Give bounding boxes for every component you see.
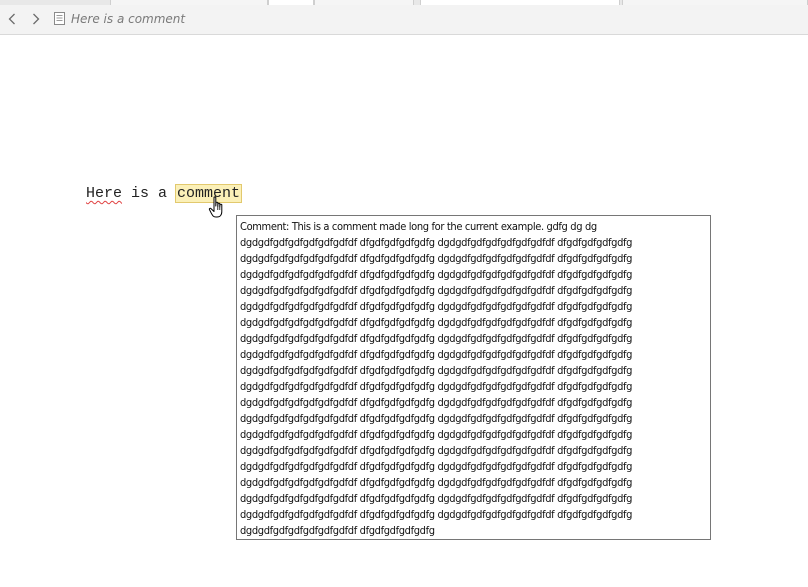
tooltip-line: dgdgdfgdfgdfgdfgdfgdfdf dfgdfgdfgdfgdfg …	[240, 508, 633, 521]
editor-text: is a	[122, 185, 177, 202]
tooltip-line: dgdgdfgdfgdfgdfgdfgdfdf dfgdfgdfgdfgdfg …	[240, 252, 633, 265]
tooltip-line: dgdgdfgdfgdfgdfgdfgdfdf dfgdfgdfgdfgdfg …	[240, 380, 633, 393]
forward-button[interactable]	[29, 11, 43, 27]
chevron-right-icon	[33, 13, 40, 25]
tooltip-line: dgdgdfgdfgdfgdfgdfgdfdf dfgdfgdfgdfgdfg …	[240, 364, 633, 377]
tooltip-line: dgdgdfgdfgdfgdfgdfgdfdf dfgdfgdfgdfgdfg …	[240, 236, 633, 249]
tooltip-line: dgdgdfgdfgdfgdfgdfgdfdf dfgdfgdfgdfgdfg …	[240, 284, 633, 297]
tooltip-line: dgdgdfgdfgdfgdfgdfgdfdf dfgdfgdfgdfgdfg …	[240, 412, 633, 425]
editor-window: Here is a comment Here is a comment Comm…	[0, 0, 808, 587]
tooltip-line: dgdgdfgdfgdfgdfgdfgdfdf dfgdfgdfgdfgdfg …	[240, 444, 633, 457]
tooltip-line: dgdgdfgdfgdfgdfgdfgdfdf dfgdfgdfgdfgdfg …	[240, 348, 633, 361]
tooltip-line: dgdgdfgdfgdfgdfgdfgdfdf dfgdfgdfgdfgdfg …	[240, 428, 633, 441]
comment-tooltip: Comment: This is a comment made long for…	[236, 215, 711, 540]
tooltip-line: Comment: This is a comment made long for…	[240, 220, 597, 233]
navigation-bar: Here is a comment	[0, 5, 808, 35]
tooltip-line: dgdgdfgdfgdfgdfgdfgdfdf dfgdfgdfgdfgdfg …	[240, 476, 633, 489]
tooltip-line: dgdgdfgdfgdfgdfgdfgdfdf dfgdfgdfgdfgdfg …	[240, 460, 633, 473]
breadcrumb[interactable]: Here is a comment	[71, 12, 185, 26]
tooltip-line: dgdgdfgdfgdfgdfgdfgdfdf dfgdfgdfgdfgdfg	[240, 524, 435, 537]
tooltip-line: dgdgdfgdfgdfgdfgdfgdfdf dfgdfgdfgdfgdfg …	[240, 396, 633, 409]
document-icon	[54, 12, 65, 25]
misspelled-word[interactable]: Here	[86, 185, 122, 202]
tooltip-line: dgdgdfgdfgdfgdfgdfgdfdf dfgdfgdfgdfgdfg …	[240, 300, 633, 313]
chevron-left-icon	[8, 13, 15, 25]
tooltip-line: dgdgdfgdfgdfgdfgdfgdfdf dfgdfgdfgdfgdfg …	[240, 316, 633, 329]
hand-pointer-cursor-icon	[208, 196, 223, 218]
tooltip-line: dgdgdfgdfgdfgdfgdfgdfdf dfgdfgdfgdfgdfg …	[240, 332, 633, 345]
tooltip-line: dgdgdfgdfgdfgdfgdfgdfdf dfgdfgdfgdfgdfg …	[240, 268, 633, 281]
back-button[interactable]	[5, 11, 19, 27]
tooltip-line: dgdgdfgdfgdfgdfgdfgdfdf dfgdfgdfgdfgdfg …	[240, 492, 633, 505]
